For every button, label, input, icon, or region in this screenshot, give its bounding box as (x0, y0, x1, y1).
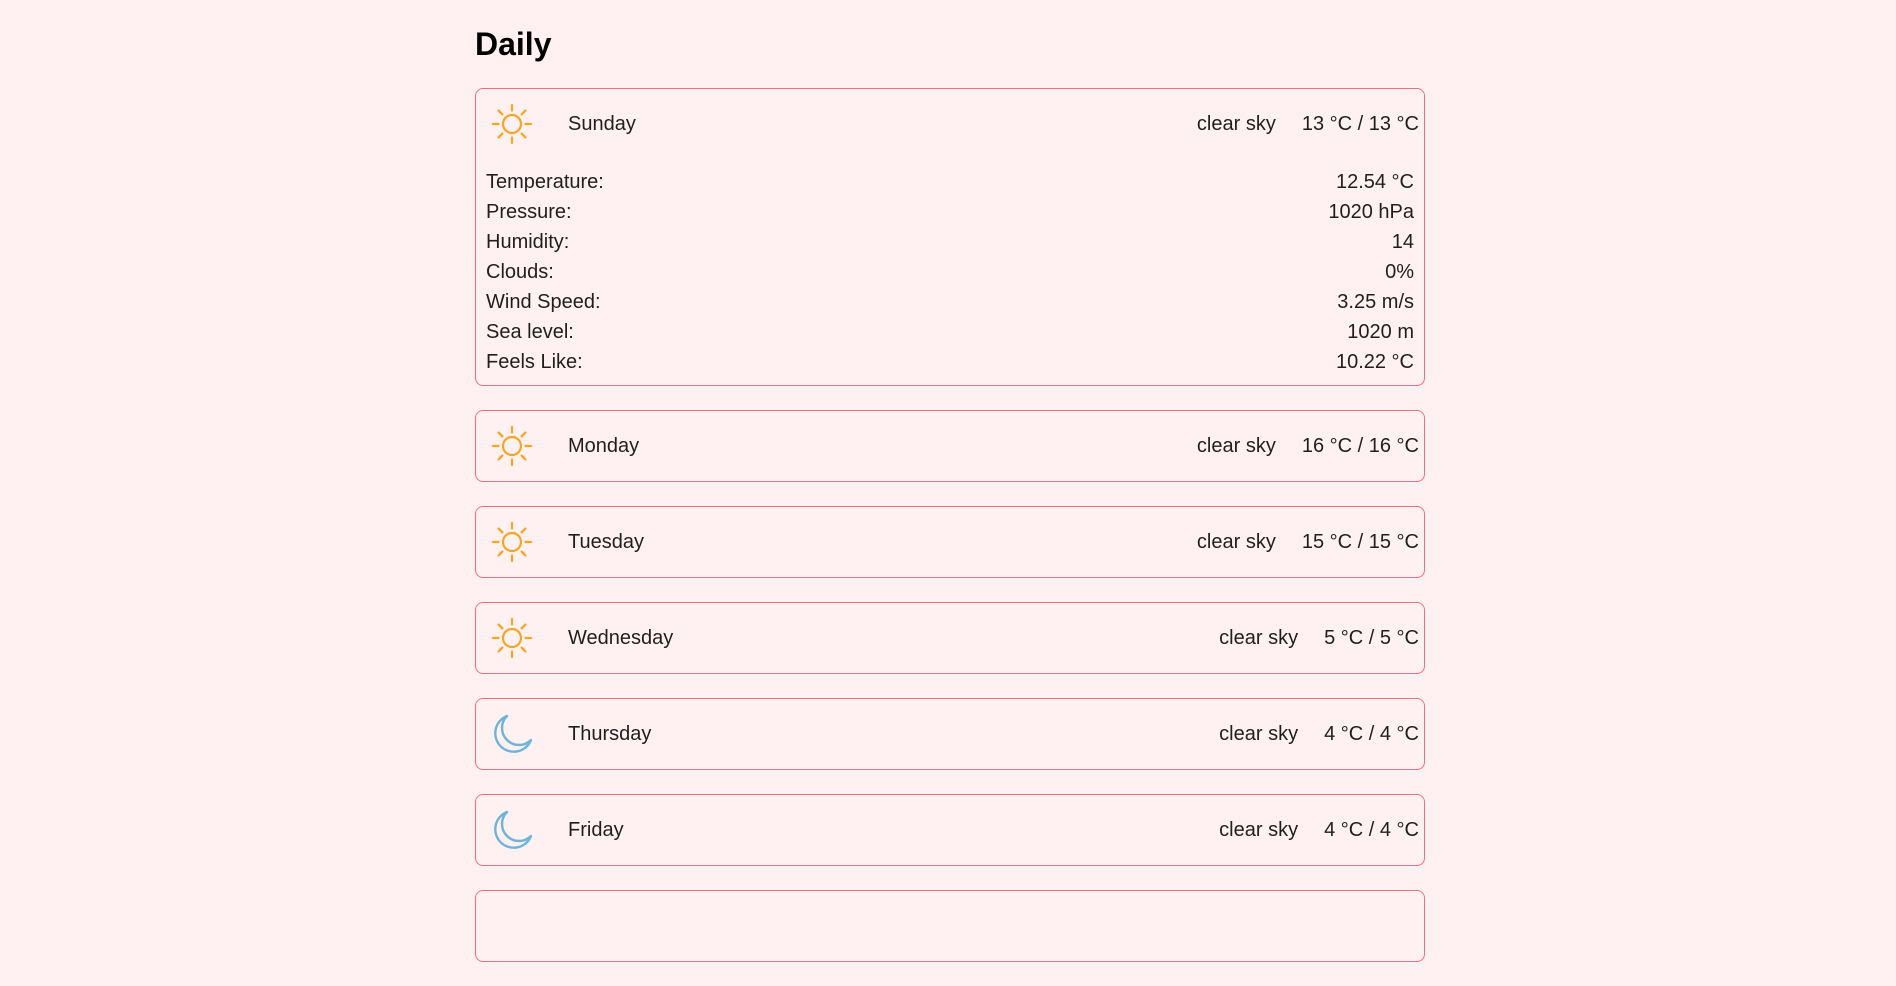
weather-description: clear sky (1219, 626, 1299, 649)
day-details: Temperature: 12.54 °C Pressure: 1020 hPa Hum… (476, 159, 1424, 385)
temperature-range: 13 °C / 13 °C (1301, 112, 1419, 135)
detail-label: Pressure: (486, 201, 572, 223)
day-card: Wednesday clear sky 5 °C / 5 °C (475, 602, 1425, 674)
temperature-range: 4 °C / 4 °C (1324, 818, 1419, 841)
day-card: Monday clear sky 16 °C / 16 °C (475, 410, 1425, 482)
detail-row: Pressure: 1020 hPa (486, 197, 1414, 227)
sun-icon (490, 520, 534, 564)
day-card-header[interactable]: Wednesday clear sky 5 °C / 5 °C (476, 603, 1424, 673)
weather-description: clear sky (1196, 434, 1276, 457)
weather-icon (490, 904, 534, 948)
day-card-header[interactable]: Tuesday clear sky 15 °C / 15 °C (476, 507, 1424, 577)
day-card-header[interactable]: Monday clear sky 16 °C / 16 °C (476, 411, 1424, 481)
day-card: Sunday clear sky 13 °C / 13 °C Temperature:… (475, 88, 1425, 386)
day-card-header[interactable]: Sunday clear sky 13 °C / 13 °C (476, 89, 1424, 159)
detail-value: 12.54 °C (1335, 171, 1414, 193)
sun-icon (490, 616, 534, 660)
moon-icon (490, 712, 534, 756)
detail-label: Feels Like: (486, 351, 583, 373)
sun-icon (490, 102, 534, 146)
sun-icon (490, 424, 534, 468)
detail-label: Wind Speed: (486, 291, 601, 313)
detail-row: Sea level: 1020 m (486, 317, 1414, 347)
day-card-header[interactable]: Thursday clear sky 4 °C / 4 °C (476, 699, 1424, 769)
day-card (475, 890, 1425, 962)
day-name: Thursday (568, 722, 652, 745)
temperature-range: 15 °C / 15 °C (1301, 530, 1419, 553)
detail-row: Temperature: 12.54 °C (486, 167, 1414, 197)
day-name: Monday (568, 434, 640, 457)
weather-description: clear sky (1219, 818, 1299, 841)
detail-row: Wind Speed: 3.25 m/s (486, 287, 1414, 317)
weather-description: clear sky (1196, 530, 1276, 553)
day-name: Sunday (568, 112, 636, 135)
temperature-range: 5 °C / 5 °C (1324, 626, 1419, 649)
detail-label: Clouds: (486, 261, 554, 283)
daily-forecast-section: Daily Sunday clear sky 13 °C / 13 °C Temper… (475, 0, 1425, 986)
day-name: Tuesday (568, 530, 644, 553)
day-list: Sunday clear sky 13 °C / 13 °C Temperature:… (475, 88, 1425, 962)
weather-description: clear sky (1196, 112, 1276, 135)
detail-row: Feels Like: 10.22 °C (486, 347, 1414, 377)
detail-label: Sea level: (486, 321, 574, 343)
day-card: Friday clear sky 4 °C / 4 °C (475, 794, 1425, 866)
detail-value: 14 (1391, 231, 1414, 253)
detail-value: 1020 hPa (1328, 201, 1414, 223)
detail-value: 10.22 °C (1335, 351, 1414, 373)
day-card-header[interactable] (476, 891, 1424, 961)
day-name: Friday (568, 818, 624, 841)
weather-description: clear sky (1219, 722, 1299, 745)
detail-label: Temperature: (486, 171, 604, 193)
detail-label: Humidity: (486, 231, 570, 253)
detail-row: Humidity: 14 (486, 227, 1414, 257)
detail-row: Clouds: 0% (486, 257, 1414, 287)
page-title: Daily (475, 26, 552, 62)
detail-value: 3.25 m/s (1337, 291, 1414, 313)
moon-icon (490, 808, 534, 852)
detail-value: 0% (1385, 261, 1414, 283)
day-card-header[interactable]: Friday clear sky 4 °C / 4 °C (476, 795, 1424, 865)
day-name: Wednesday (568, 626, 674, 649)
temperature-range: 4 °C / 4 °C (1324, 722, 1419, 745)
detail-value: 1020 m (1347, 321, 1414, 343)
temperature-range: 16 °C / 16 °C (1301, 434, 1419, 457)
day-card: Thursday clear sky 4 °C / 4 °C (475, 698, 1425, 770)
day-card: Tuesday clear sky 15 °C / 15 °C (475, 506, 1425, 578)
